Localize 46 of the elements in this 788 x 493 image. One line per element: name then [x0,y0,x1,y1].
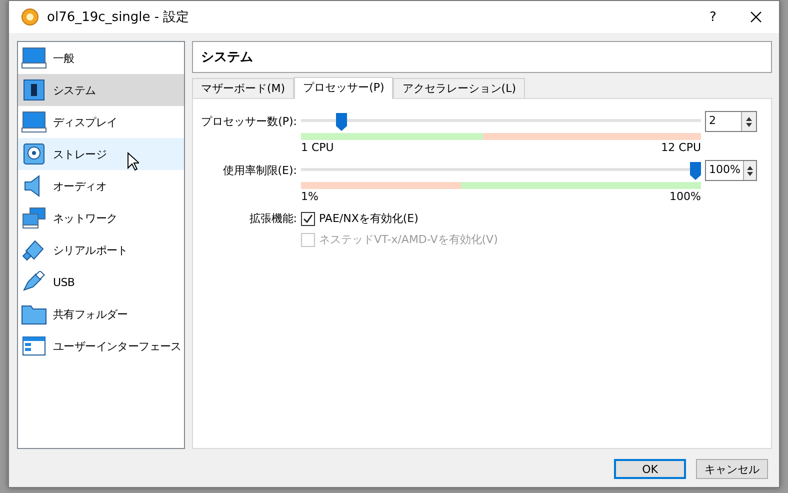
sidebar-item[interactable]: ディスプレイ [18,106,184,138]
monitor-icon [21,111,47,133]
slider-label: プロセッサー数(P): [201,114,297,129]
app-icon [21,8,39,26]
tab[interactable]: アクセラレーション(L) [393,78,526,98]
spin-box[interactable]: 2 [705,111,757,132]
spin-arrows-icon[interactable] [745,116,753,128]
slider-thumb[interactable] [336,113,347,131]
spin-box[interactable]: 100% [705,160,757,181]
tab[interactable]: プロセッサー(P) [294,77,394,99]
monitor-icon [21,47,47,69]
window-layout-icon [21,335,47,357]
checkbox[interactable] [301,212,315,226]
close-icon[interactable] [750,11,762,23]
sidebar-item[interactable]: システム [18,74,184,106]
page-title: システム [192,41,772,73]
cursor-icon [127,152,139,171]
min-label: 1 CPU [301,141,334,154]
max-label: 12 CPU [661,141,701,154]
tab[interactable]: マザーボード(M) [192,78,294,98]
window-title: ol76_19c_single - 設定 [47,9,190,26]
sidebar-item[interactable]: 一般 [18,42,184,74]
sidebar-item[interactable]: シリアルポート [18,234,184,266]
network-icon [21,207,47,229]
cancel-button[interactable]: キャンセル [696,459,768,479]
slider[interactable] [301,113,701,129]
sidebar-item[interactable]: ストレージ [18,138,184,170]
max-label: 100% [670,190,701,203]
help-button[interactable]: ? [693,10,733,24]
folder-icon [21,303,47,325]
min-label: 1% [301,190,318,203]
checkbox-label[interactable]: PAE/NXを有効化(E) [319,211,418,226]
sidebar-item[interactable]: 共有フォルダー [18,298,184,330]
sidebar-item[interactable]: USB [18,266,184,298]
sidebar-item[interactable]: ネットワーク [18,202,184,234]
sidebar-item[interactable]: ユーザーインターフェース [18,330,184,362]
checkmark-icon [303,214,313,224]
usb-icon [21,271,47,293]
slider-thumb[interactable] [690,162,701,180]
sidebar-item[interactable]: オーディオ [18,170,184,202]
extended-features-label: 拡張機能: [248,211,297,226]
spin-arrows-icon[interactable] [746,164,754,176]
slider[interactable] [301,162,701,178]
slider-label: 使用率制限(E): [222,163,297,178]
chip-icon [21,79,47,101]
ok-button[interactable]: OK [614,459,686,479]
